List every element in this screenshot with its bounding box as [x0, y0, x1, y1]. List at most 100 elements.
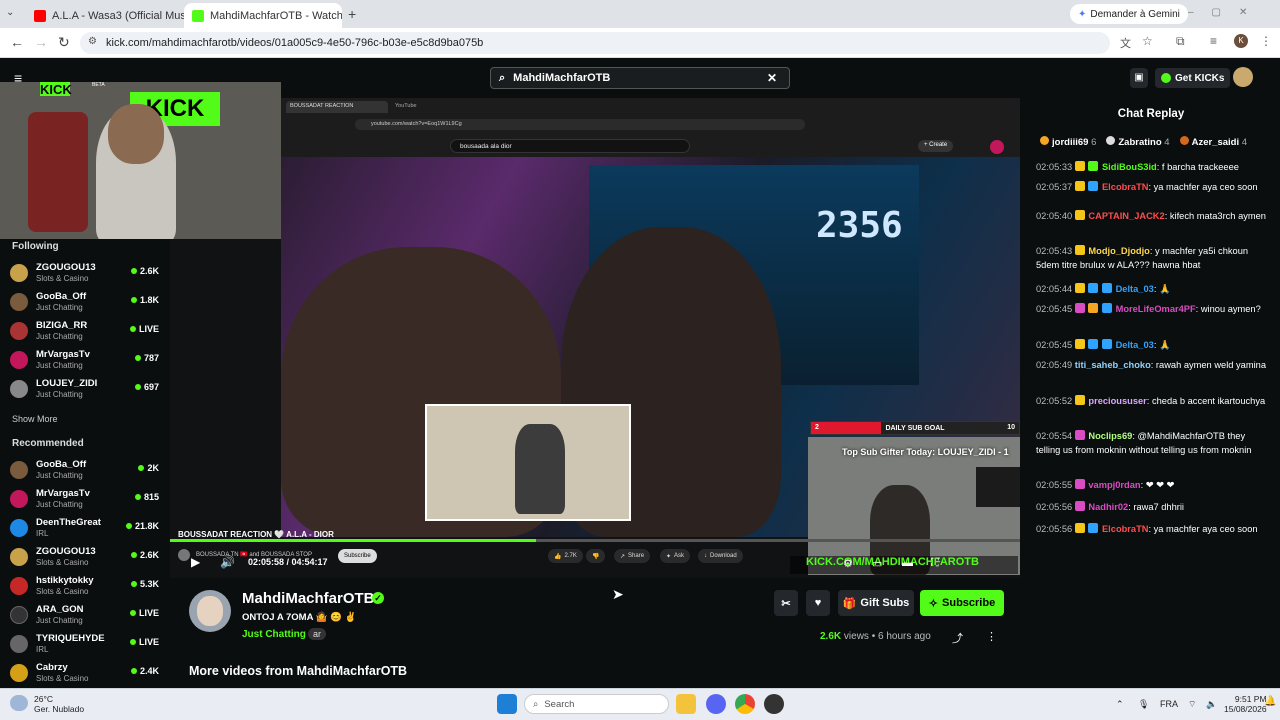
chat-username[interactable]: SidiBouS3id [1102, 162, 1157, 172]
chat-username[interactable]: CAPTAIN_JACK2 [1088, 211, 1164, 221]
bookmark-star-icon[interactable]: ☆ [1142, 34, 1153, 48]
gemini-button[interactable]: ✦ Demander à Gemini [1070, 4, 1188, 24]
notifications-icon[interactable]: 🔔 [1264, 696, 1276, 707]
sidebar-item-recommended[interactable]: DeenTheGreat IRL 21.8K [10, 515, 162, 543]
tab-kick[interactable]: MahdiMachfarOTB - Watch the ✕ [184, 3, 342, 28]
chat-username[interactable]: MoreLifeOmar4PF [1116, 304, 1196, 314]
subscribe-button[interactable]: ✧ Subscribe [920, 590, 1004, 616]
follow-button[interactable]: ♥ [806, 590, 830, 616]
clear-search-icon[interactable]: ✕ [767, 71, 777, 85]
file-explorer-icon[interactable] [676, 694, 696, 714]
video-category[interactable]: Just Chatting [242, 629, 306, 640]
clip-button[interactable]: ✂ [774, 590, 798, 616]
chat-badge-icon [1074, 303, 1085, 313]
play-icon[interactable]: ▶ [191, 555, 200, 569]
weather-widget[interactable]: 26°C Ger. Nublado [34, 694, 84, 714]
address-bar[interactable]: ⚙ kick.com/mahdimachfarotb/videos/01a005… [80, 32, 1110, 54]
live-dot-icon [130, 552, 137, 558]
chat-text: 🙏 [1159, 340, 1171, 350]
extensions-icon[interactable]: ⧉ [1176, 34, 1185, 49]
channel-name[interactable]: MahdiMachfarOTB [242, 590, 375, 607]
kick-logo[interactable]: KICK [40, 82, 72, 97]
language-indicator[interactable]: FRA [1160, 699, 1178, 709]
more-options-icon[interactable]: ⋮ [986, 630, 997, 643]
back-icon[interactable]: ← [10, 34, 24, 50]
top-gifter[interactable]: Zabratino 4 [1106, 136, 1170, 148]
channel-name: ARA_GON [36, 604, 84, 615]
avatar-face [197, 596, 223, 626]
share-icon[interactable]: ⤴ [952, 630, 963, 646]
chat-username[interactable]: Delta_03 [1116, 340, 1154, 350]
sidebar-item-following[interactable]: ZGOUGOU13 Slots & Casino 2.6K [10, 260, 162, 288]
chat-username[interactable]: vampj0rdan [1088, 480, 1140, 490]
chat-text: ya machfer aya ceo soon [1153, 524, 1258, 534]
sidebar-item-following[interactable]: LOUJEY_ZIDI Just Chatting 697 [10, 376, 162, 404]
wifi-icon[interactable]: ⌔ [1188, 699, 1196, 710]
new-tab-button[interactable]: + [348, 6, 356, 22]
obs-icon[interactable] [764, 694, 784, 714]
verified-badge-icon: ✓ [372, 592, 384, 604]
tray-chevron-icon[interactable]: ⌃ [1116, 699, 1124, 710]
channel-category: Just Chatting [36, 332, 83, 341]
start-windows-icon[interactable] [497, 694, 517, 714]
get-kicks-button[interactable]: Get KICKs [1155, 68, 1231, 88]
theater-icon[interactable]: ▬ [902, 557, 913, 569]
translate-icon[interactable]: 文 [1120, 35, 1131, 51]
sidebar-item-recommended[interactable]: ARA_GON Just Chatting LIVE [10, 602, 162, 630]
chat-message: 02:05:56 ElcobraTN: ya machfer aya ceo s… [1036, 523, 1258, 534]
sidebar-item-recommended[interactable]: hstikkytokky Slots & Casino 5.3K [10, 573, 162, 601]
language-tag[interactable]: ar [308, 628, 327, 640]
channel-category: Just Chatting [36, 303, 83, 312]
media-icon[interactable]: ≡ [1210, 34, 1217, 48]
profile-avatar[interactable]: K [1234, 34, 1248, 48]
chat-username[interactable]: ElcobraTN [1102, 182, 1149, 192]
sidebar-item-following[interactable]: GooBa_Off Just Chatting 1.8K [10, 289, 162, 317]
sidebar-item-recommended[interactable]: TYRIQUEHYDE IRL LIVE [10, 631, 162, 659]
window-controls[interactable]: –▢✕ [1188, 7, 1265, 18]
volume-icon[interactable]: 🔊 [220, 555, 235, 569]
viewer-count: LIVE [129, 608, 159, 618]
settings-gear-icon[interactable]: ⚙ [843, 557, 853, 570]
chat-username[interactable]: ElcobraTN [1102, 524, 1149, 534]
discord-icon[interactable] [706, 694, 726, 714]
search-input[interactable]: ⌕ MahdiMachfarOTB ✕ [490, 67, 790, 89]
sidebar-item-recommended[interactable]: GooBa_Off Just Chatting 2K [10, 457, 162, 485]
chat-username[interactable]: precioususer [1088, 396, 1146, 406]
top-gifter[interactable]: Azer_saidi 4 [1179, 136, 1247, 148]
speaker-icon[interactable]: 🔈 [1206, 699, 1217, 710]
user-avatar[interactable] [1233, 67, 1253, 87]
theater-mode-icon[interactable]: ▣ [1130, 68, 1148, 88]
pip-icon[interactable]: ▭ [872, 557, 882, 570]
progress-bar[interactable] [170, 539, 1020, 542]
microphone-icon[interactable]: 🎙 [1138, 699, 1149, 710]
gift-subs-button[interactable]: 🎁 Gift Subs [838, 590, 914, 616]
sidebar-item-following[interactable]: BIZIGA_RR Just Chatting LIVE [10, 318, 162, 346]
chat-username[interactable]: Modjo_Djodjo [1088, 246, 1149, 256]
top-gifter[interactable]: jordiii69 6 [1040, 136, 1096, 148]
tab-search-icon[interactable]: ⌄ [6, 7, 14, 18]
sidebar-item-recommended[interactable]: MrVargasTv Just Chatting 815 [10, 486, 162, 514]
weather-icon[interactable] [10, 695, 28, 711]
clock[interactable]: 9:51 PM 15/08/2026 [1224, 694, 1267, 714]
chat-username[interactable]: Noclips69 [1088, 431, 1132, 441]
fullscreen-icon[interactable]: ⛶ [931, 557, 939, 570]
forward-icon[interactable]: → [34, 34, 48, 50]
reload-icon[interactable]: ↻ [58, 34, 70, 51]
tab-youtube[interactable]: A.L.A - Wasa3 (Official Music Vi ✕ [26, 3, 184, 28]
embedded-url: youtube.com/watch?v=Eoq1W1L9Cg [355, 119, 805, 130]
sidebar-item-following[interactable]: MrVargasTv Just Chatting 787 [10, 347, 162, 375]
chat-username[interactable]: Delta_03 [1116, 284, 1154, 294]
site-info-icon[interactable]: ⚙ [88, 36, 97, 47]
sidebar-item-recommended[interactable]: ZGOUGOU13 Slots & Casino 2.6K [10, 544, 162, 572]
chrome-icon[interactable] [735, 694, 755, 714]
taskbar-search[interactable]: ⌕ Search [524, 694, 669, 714]
chat-message: 02:05:55 vampj0rdan: ❤ ❤ ❤ [1036, 479, 1175, 490]
sidebar-item-recommended[interactable]: Cabrzy Slots & Casino 2.4K [10, 660, 162, 688]
menu-kebab-icon[interactable]: ⋮ [1260, 34, 1272, 48]
channel-avatar[interactable] [189, 590, 231, 632]
chat-username[interactable]: titi_saheb_choko [1075, 360, 1151, 370]
chat-username[interactable]: Nadhir02 [1088, 502, 1128, 512]
live-dot-icon [138, 465, 145, 471]
chat-badge-icon [1088, 161, 1099, 171]
show-more-link[interactable]: Show More [12, 414, 58, 424]
